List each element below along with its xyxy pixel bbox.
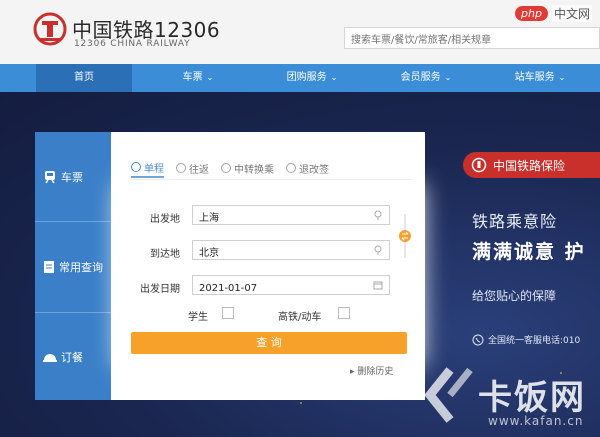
kafan-url: www.kafan.cn [488, 414, 584, 428]
tab-one-way[interactable]: 单程 [131, 158, 164, 178]
from-station-input[interactable] [193, 207, 389, 226]
subtab-label: 往返 [189, 164, 209, 176]
train-icon [45, 171, 55, 184]
radio-icon [176, 163, 186, 173]
date-field[interactable] [192, 275, 390, 298]
php-badge: php [515, 5, 548, 21]
nav-item-tickets[interactable]: 车票 ⌄ [150, 64, 246, 92]
trip-type-tabs: 单程 往返 中转换乘 退改签 [131, 158, 411, 180]
date-input[interactable] [193, 279, 389, 298]
radio-icon [221, 163, 231, 173]
chevron-down-icon: ⌄ [330, 73, 338, 82]
highspeed-checkbox[interactable] [338, 307, 350, 319]
promo-hotline: 全国统一客服电话:010 [472, 333, 580, 346]
left-tab-panel: 车票 常用查询 订餐 [35, 132, 111, 400]
from-label: 出发地 [150, 214, 180, 225]
student-checkbox[interactable] [222, 307, 234, 319]
kafan-watermark: 卡饭网 [478, 378, 586, 418]
chevron-down-icon: ⌄ [206, 73, 214, 82]
nav-label: 首页 [74, 72, 94, 83]
student-label: 学生 [188, 312, 208, 323]
highspeed-label: 高铁/动车 [278, 312, 322, 323]
location-pin-icon [374, 245, 382, 255]
logo-subtitle: 12306 CHINA RAILWAY [74, 39, 191, 49]
tab-tickets[interactable]: 车票 [35, 162, 111, 192]
php-text: 中文网 [551, 4, 592, 22]
radio-icon [131, 162, 141, 172]
chevron-down-icon: ⌄ [444, 73, 452, 82]
nav-label: 会员服务 [400, 72, 441, 83]
nav-item-member[interactable]: 会员服务 ⌄ [378, 64, 474, 92]
nav-label: 站车服务 [514, 72, 555, 83]
tab-label: 车票 [61, 171, 83, 184]
tab-label: 订餐 [61, 351, 83, 364]
delete-history-link[interactable]: ▸ 删除历史 [350, 364, 393, 377]
history-label: 删除历史 [357, 367, 394, 377]
swap-stations-icon[interactable] [398, 212, 412, 260]
railway-logo-icon[interactable] [33, 12, 67, 46]
meal-icon [43, 354, 57, 362]
document-icon [44, 261, 54, 273]
calendar-icon [373, 281, 383, 290]
insurance-badge[interactable]: 中国铁路保险 [463, 152, 600, 178]
tab-common-query[interactable]: 常用查询 [35, 252, 111, 282]
promo-subtitle: 给您贴心的保障 [472, 289, 557, 303]
subtab-label: 退改签 [299, 164, 329, 176]
date-label: 出发日期 [140, 284, 180, 295]
promo-title: 铁路乘意险 [472, 212, 558, 231]
from-field[interactable] [192, 205, 390, 226]
hotline-text: 全国统一客服电话:010 [488, 336, 581, 346]
search-button[interactable]: 查 询 [131, 332, 407, 354]
subtab-label: 单程 [144, 163, 164, 175]
nav-item-group[interactable]: 团购服务 ⌄ [264, 64, 360, 92]
site-header: 中国铁路12306 12306 CHINA RAILWAY php 中文网 [0, 0, 600, 64]
tab-meal[interactable]: 订餐 [35, 342, 111, 372]
to-field[interactable] [192, 240, 390, 261]
to-label: 到达地 [150, 249, 180, 260]
nav-item-station[interactable]: 站车服务 ⌄ [492, 64, 588, 92]
nav-label: 车票 [182, 72, 203, 83]
tab-label: 常用查询 [59, 261, 103, 274]
site-search[interactable] [344, 27, 600, 51]
tab-refund-change[interactable]: 退改签 [286, 158, 329, 178]
promo-headline: 满满诚意 护 [472, 241, 586, 263]
subtab-label: 中转换乘 [234, 164, 274, 176]
tab-transfer[interactable]: 中转换乘 [221, 158, 274, 178]
tab-round-trip[interactable]: 往返 [176, 158, 209, 178]
nav-item-home[interactable]: 首页 [36, 64, 132, 92]
search-input[interactable] [345, 30, 599, 51]
radio-icon [286, 163, 296, 173]
to-station-input[interactable] [193, 242, 389, 261]
railway-logo-icon [471, 157, 487, 173]
ticket-search-panel: 单程 往返 中转换乘 退改签 [111, 132, 425, 400]
main-nav: 首页 车票 ⌄ 团购服务 ⌄ 会员服务 ⌄ 站车服务 ⌄ [0, 64, 600, 92]
chevron-down-icon: ⌄ [558, 73, 566, 82]
insurance-badge-label: 中国铁路保险 [493, 158, 566, 173]
phone-icon [472, 334, 484, 345]
nav-label: 团购服务 [286, 72, 327, 83]
location-pin-icon [374, 210, 382, 220]
php-watermark: php 中文网 [515, 4, 592, 22]
